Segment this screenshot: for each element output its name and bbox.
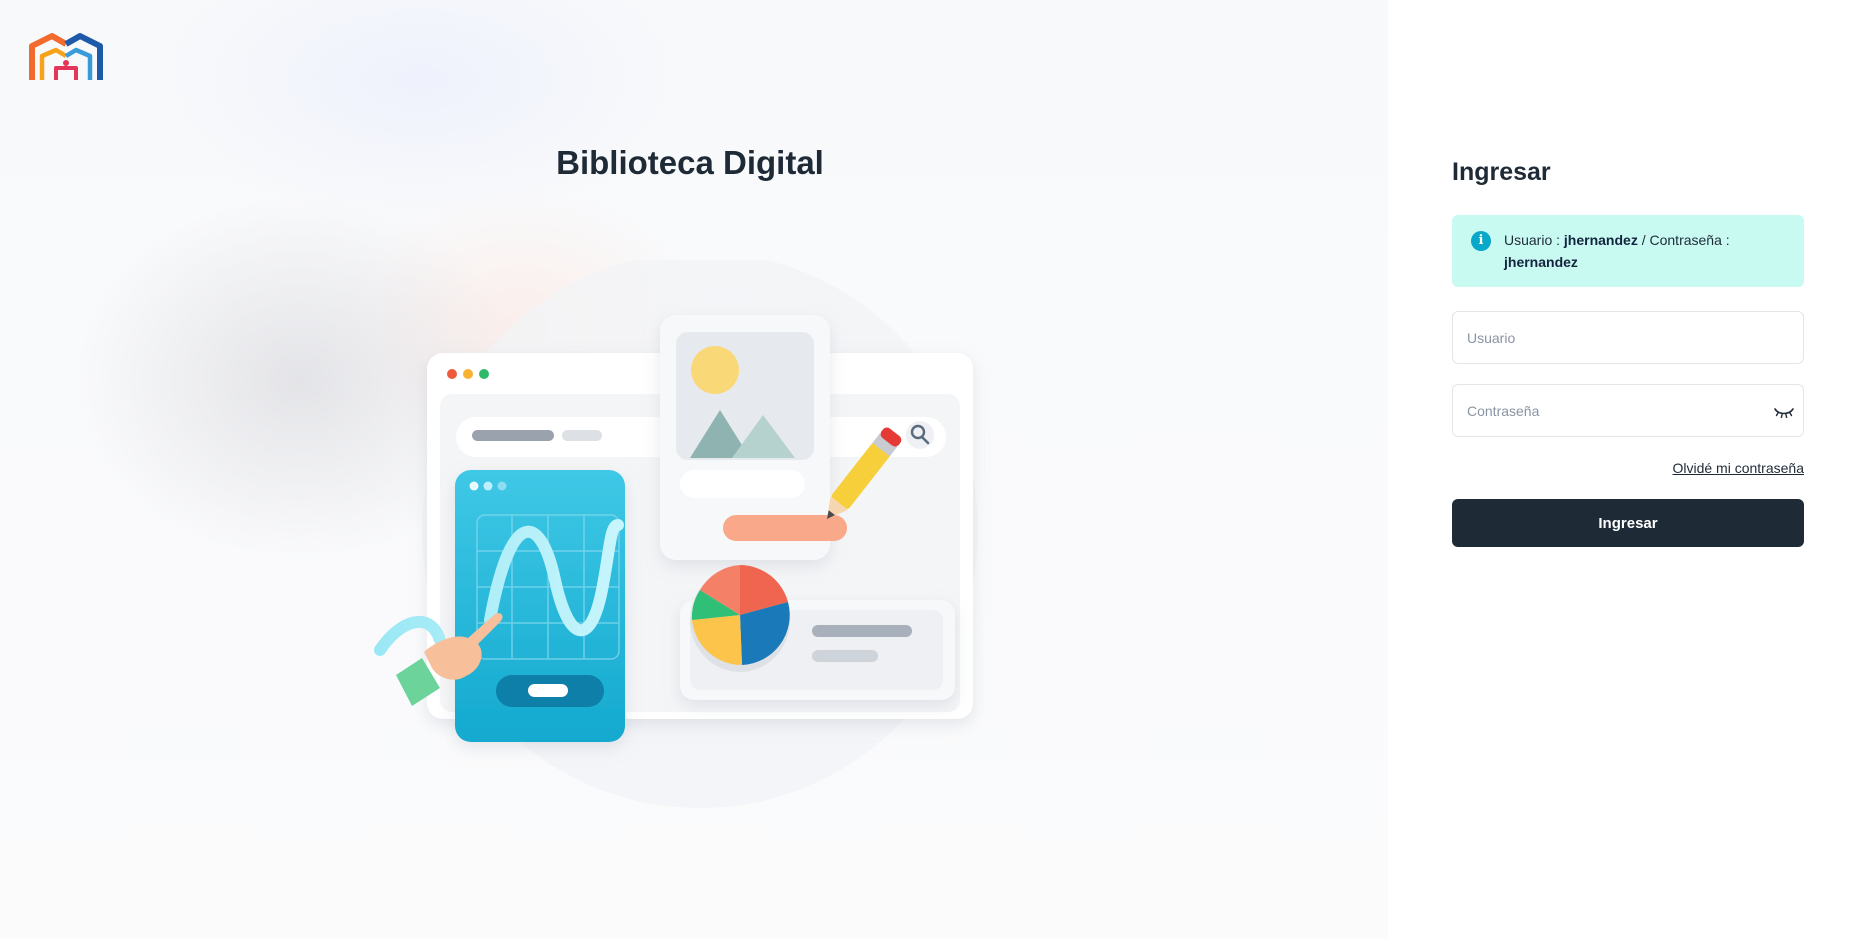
page-title: Biblioteca Digital xyxy=(556,144,824,181)
library-house-logo-icon xyxy=(29,33,103,80)
alert-user-value: jhernandez xyxy=(1563,232,1638,248)
login-title: Ingresar xyxy=(1452,158,1551,186)
alert-separator: / Contraseña : xyxy=(1641,232,1730,248)
password-field[interactable] xyxy=(1452,384,1804,437)
login-button[interactable]: Ingresar xyxy=(1452,499,1804,547)
username-input[interactable] xyxy=(1453,312,1803,363)
alert-password-value: jhernandez xyxy=(1504,254,1578,270)
alert-user-prefix: Usuario : xyxy=(1504,232,1561,248)
info-icon: i xyxy=(1471,231,1491,251)
hero-panel: Biblioteca Digital xyxy=(0,0,1388,939)
forgot-password-link[interactable]: Olvidé mi contraseña xyxy=(1672,460,1804,476)
username-field[interactable] xyxy=(1452,311,1804,364)
login-panel: Ingresar i Usuario : jhernandez / Contra… xyxy=(1388,0,1855,939)
password-input[interactable] xyxy=(1453,385,1803,436)
credentials-alert: i Usuario : jhernandez / Contraseña : jh… xyxy=(1452,215,1804,287)
analytics-dashboard-illustration xyxy=(374,260,978,808)
eye-closed-icon[interactable] xyxy=(1773,402,1795,420)
